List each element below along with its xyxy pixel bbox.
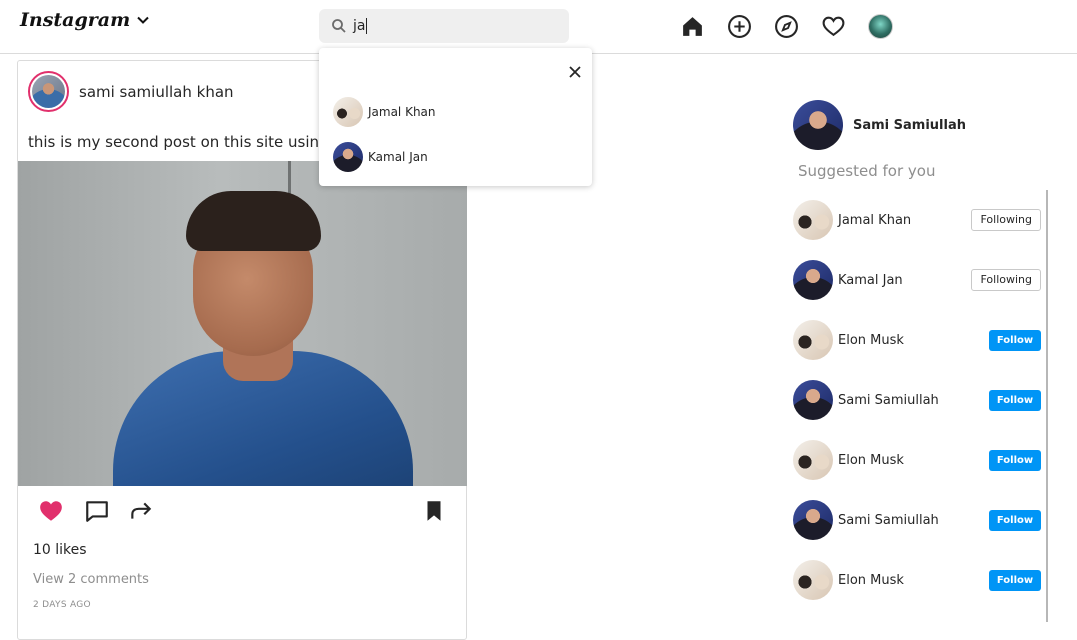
add-post-icon[interactable] [727,14,752,39]
avatar[interactable] [793,260,833,300]
suggestion-row: Sami Samiullah Follow [793,500,1043,540]
avatar[interactable] [793,560,833,600]
suggested-title: Suggested for you [798,162,936,180]
search-result-name: Kamal Jan [368,150,428,164]
avatar [793,100,843,150]
search-result-item[interactable]: Kamal Jan [333,142,428,172]
post-username[interactable]: sami samiullah khan [79,83,234,101]
post-timestamp: 2 DAYS AGO [33,600,91,610]
follow-button[interactable]: Follow [989,510,1041,531]
heart-icon[interactable] [821,14,846,39]
avatar[interactable] [793,440,833,480]
close-icon[interactable] [568,65,582,79]
share-icon[interactable] [128,498,154,524]
search-results-dropdown: Jamal Khan Kamal Jan [319,48,592,186]
suggestion-row: Elon Musk Follow [793,320,1043,360]
avatar[interactable] [793,500,833,540]
follow-button[interactable]: Follow [989,570,1041,591]
avatar [333,142,363,172]
comment-icon[interactable] [84,498,110,524]
suggestion-row: Elon Musk Follow [793,440,1043,480]
view-comments-link[interactable]: View 2 comments [33,572,149,587]
search-bar[interactable]: ja [319,9,569,43]
follow-button[interactable]: Follow [989,330,1041,351]
avatar [32,75,65,108]
explore-icon[interactable] [774,14,799,39]
post-image[interactable] [18,161,467,486]
avatar[interactable] [793,320,833,360]
post-actions [18,498,467,528]
suggestions-list[interactable]: Jamal Khan Following Kamal Jan Following… [793,190,1048,622]
logo-text: Instagram [20,9,131,31]
follow-button[interactable]: Follow [989,390,1041,411]
chevron-down-icon[interactable] [136,13,150,27]
like-count: 10 likes [33,542,87,558]
search-result-item[interactable]: Jamal Khan [333,97,436,127]
avatar [333,97,363,127]
search-input[interactable]: ja [353,18,368,34]
following-button[interactable]: Following [971,269,1041,291]
suggestion-row: Jamal Khan Following [793,200,1043,240]
story-ring[interactable] [28,71,69,112]
follow-button[interactable]: Follow [989,450,1041,471]
avatar[interactable] [793,200,833,240]
post-header: sami samiullah khan [28,71,234,112]
search-icon [332,19,346,33]
following-button[interactable]: Following [971,209,1041,231]
suggestion-row: Kamal Jan Following [793,260,1043,300]
top-navbar: Instagram ja [0,0,1077,54]
avatar[interactable] [793,380,833,420]
like-heart-icon[interactable] [38,498,64,524]
current-user[interactable]: Sami Samiullah [793,100,966,150]
instagram-logo[interactable]: Instagram [20,9,150,31]
nav-icons [680,14,893,39]
suggestion-row: Sami Samiullah Follow [793,380,1043,420]
suggestion-row: Elon Musk Follow [793,560,1043,600]
profile-avatar[interactable] [868,14,893,39]
current-user-name: Sami Samiullah [853,117,966,133]
bookmark-icon[interactable] [421,498,447,524]
search-result-name: Jamal Khan [368,105,436,119]
home-icon[interactable] [680,14,705,39]
post-caption: this is my second post on this site usin… [28,133,318,151]
photo-subject-hair [186,191,321,251]
